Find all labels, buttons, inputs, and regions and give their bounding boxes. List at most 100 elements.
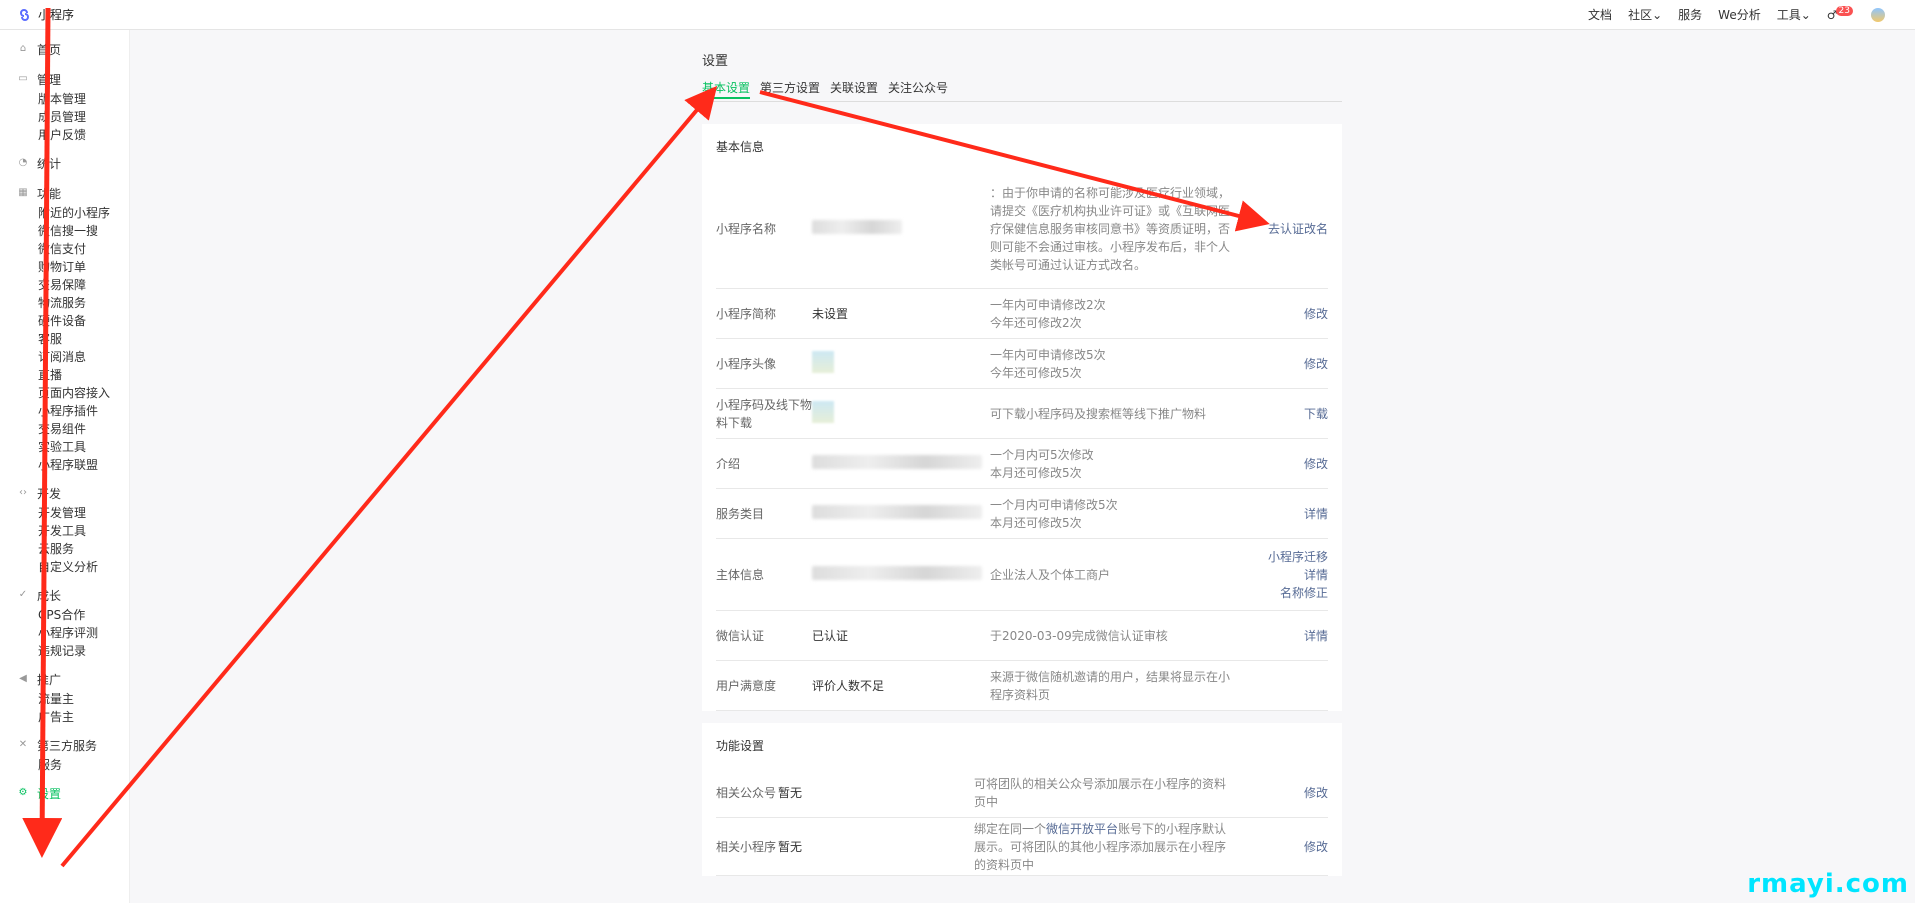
top-bar: 小程序 文档 社区⌄ 服务 We分析 工具⌄ ♂23	[0, 0, 1915, 30]
edit-related-miniprogram-button[interactable]: 修改	[1234, 838, 1328, 856]
sidebar-item-label: 推广	[37, 672, 62, 687]
sidebar-item-home[interactable]: ⌂ 首页	[0, 38, 129, 60]
blurred-text	[812, 566, 982, 580]
blurred-image	[812, 351, 834, 373]
sidebar-subitem[interactable]: 广告主	[0, 708, 129, 726]
nav-service[interactable]: 服务	[1678, 6, 1702, 23]
row-tip: 于2020-03-09完成微信认证审核	[990, 628, 1168, 643]
sidebar-subitem[interactable]: 用户反馈	[0, 126, 129, 144]
sidebar-item-label: 管理	[37, 72, 62, 87]
sidebar-item-label: 设置	[37, 786, 62, 801]
sidebar-item-code[interactable]: ‹› 开发	[0, 482, 129, 504]
sidebar-group: ✕ 第三方服务 服务	[0, 734, 129, 774]
row-value	[812, 401, 990, 426]
sidebar-item-grid[interactable]: ▦ 功能	[0, 182, 129, 204]
row-value	[812, 351, 990, 376]
basic-info-row: 小程序码及线下物料下载 可下载小程序码及搜索框等线下推广物料 下载	[716, 389, 1328, 439]
row-label: 介绍	[716, 456, 741, 471]
sidebar-item-growth[interactable]: ✓ 成长	[0, 584, 129, 606]
sidebar-group: ✓ 成长 CPS合作 小程序评测 违规记录	[0, 584, 129, 660]
row-tip: 一年内可申请修改5次 今年还可修改5次	[990, 347, 1106, 380]
sidebar-subitem[interactable]: 购物订单	[0, 258, 129, 276]
sidebar-subitem[interactable]: 客服	[0, 330, 129, 348]
row-label: 小程序头像	[716, 356, 777, 371]
tab-follow-official-account[interactable]: 关注公众号	[888, 79, 948, 99]
row-action-link[interactable]: 去认证改名	[1230, 220, 1328, 238]
sidebar-subitem[interactable]: 页面内容接入	[0, 384, 129, 402]
sidebar-subitem[interactable]: 服务	[0, 756, 129, 774]
sidebar-subitem[interactable]: 小程序评测	[0, 624, 129, 642]
sidebar-subitem[interactable]: 自定义分析	[0, 558, 129, 576]
sidebar-subitem[interactable]: 订阅消息	[0, 348, 129, 366]
sidebar-subitem[interactable]: 小程序联盟	[0, 456, 129, 474]
sidebar-item-settings[interactable]: ⚙ 设置	[0, 782, 129, 804]
sidebar-subitem[interactable]: 硬件设备	[0, 312, 129, 330]
sidebar-item-thirdparty[interactable]: ✕ 第三方服务	[0, 734, 129, 756]
tab-basic-settings[interactable]: 基本设置	[702, 79, 751, 99]
sidebar-subitem[interactable]: 交易保障	[0, 276, 129, 294]
sidebar-subitem[interactable]: CPS合作	[0, 606, 129, 624]
notification-bell-icon[interactable]: ♂23	[1827, 5, 1855, 22]
sidebar-subitem[interactable]: 小程序插件	[0, 402, 129, 420]
row-action-link[interactable]: 下载	[1230, 405, 1328, 423]
basic-info-row: 用户满意度 评价人数不足 来源于微信随机邀请的用户，结果将显示在小程序资料页	[716, 661, 1328, 711]
row-action-link[interactable]: 小程序迁移 详情 名称修正	[1230, 548, 1328, 602]
sidebar-subitem[interactable]: 物流服务	[0, 294, 129, 312]
page-title: 设置	[702, 54, 729, 69]
sidebar-subitem[interactable]: 微信搜一搜	[0, 222, 129, 240]
row-label: 小程序名称	[716, 221, 777, 236]
row-tip: ：由于你申请的名称可能涉及医疗行业领域，请提交《医疗机构执业许可证》或《互联网医…	[990, 185, 1231, 272]
sidebar-subitem[interactable]: 流量主	[0, 690, 129, 708]
nav-community[interactable]: 社区⌄	[1628, 6, 1662, 23]
nav-docs[interactable]: 文档	[1588, 6, 1612, 23]
row-tip: 一个月内可申请修改5次 本月还可修改5次	[990, 497, 1118, 530]
sidebar-item-stats[interactable]: ◔ 统计	[0, 152, 129, 174]
sidebar-subitem[interactable]: 违规记录	[0, 642, 129, 660]
row-action-link[interactable]: 修改	[1230, 305, 1328, 323]
sidebar-subitem[interactable]: 微信支付	[0, 240, 129, 258]
row-value: 暂无	[778, 840, 803, 854]
sidebar-subitem[interactable]: 成员管理	[0, 108, 129, 126]
brand[interactable]: 小程序	[18, 6, 74, 23]
sidebar-subitem[interactable]: 云服务	[0, 540, 129, 558]
related-official-account-row: 相关公众号 暂无 可将团队的相关公众号添加展示在小程序的资料页中 修改	[716, 768, 1328, 818]
main-area: 设置 基本设置 第三方设置 关联设置 关注公众号 基本信息 小程序名称 ：由于你申…	[130, 30, 1915, 903]
watermark: rmayi.com	[1747, 869, 1909, 899]
sidebar-item-promo[interactable]: ◀ 推广	[0, 668, 129, 690]
tab-third-party-settings[interactable]: 第三方设置	[760, 79, 820, 99]
row-label: 主体信息	[716, 567, 765, 582]
basic-info-row: 微信认证 已认证 于2020-03-09完成微信认证审核 详情	[716, 611, 1328, 661]
row-action-link[interactable]: 修改	[1230, 455, 1328, 473]
sidebar-item-manage[interactable]: ▭ 管理	[0, 68, 129, 90]
avatar[interactable]	[1871, 7, 1885, 22]
row-tip: 一年内可申请修改2次 今年还可修改2次	[990, 297, 1106, 330]
sidebar-subitem[interactable]: 版本管理	[0, 90, 129, 108]
sidebar-group: ‹› 开发 开发管理 开发工具 云服务 自定义分析	[0, 482, 129, 576]
sidebar-subitem[interactable]: 直播	[0, 366, 129, 384]
settings-icon: ⚙	[18, 787, 28, 798]
sidebar-group: ▭ 管理版本管理 成员管理 用户反馈	[0, 68, 129, 144]
promo-icon: ◀	[19, 673, 27, 684]
row-label: 小程序码及线下物料下载	[716, 397, 813, 430]
nav-we-analysis[interactable]: We分析	[1718, 6, 1761, 23]
edit-related-account-button[interactable]: 修改	[1234, 784, 1328, 802]
nav-tools[interactable]: 工具⌄	[1777, 6, 1811, 23]
row-action-link[interactable]: 修改	[1230, 355, 1328, 373]
sidebar-item-label: 统计	[37, 156, 62, 171]
open-platform-link[interactable]: 微信开放平台	[1046, 822, 1118, 836]
top-nav: 文档 社区⌄ 服务 We分析 工具⌄ ♂23	[1588, 5, 1885, 23]
tab-related-settings[interactable]: 关联设置	[830, 79, 878, 99]
sidebar-subitem[interactable]: 开发管理	[0, 504, 129, 522]
sidebar-subitem[interactable]: 交易组件	[0, 420, 129, 438]
sidebar-subitem[interactable]: 开发工具	[0, 522, 129, 540]
sidebar-item-label: 成长	[37, 588, 62, 603]
tip-text: 绑定在同一个	[974, 821, 1047, 836]
manage-icon: ▭	[18, 73, 28, 84]
sidebar-subitem[interactable]: 实验工具	[0, 438, 129, 456]
row-tip: 一个月内可5次修改 本月还可修改5次	[990, 447, 1094, 480]
sidebar-subitem[interactable]: 附近的小程序	[0, 204, 129, 222]
row-label: 相关公众号	[716, 785, 777, 800]
row-action-link[interactable]: 详情	[1230, 627, 1328, 645]
row-tip: 可将团队的相关公众号添加展示在小程序的资料页中	[974, 776, 1227, 809]
row-action-link[interactable]: 详情	[1230, 505, 1328, 523]
